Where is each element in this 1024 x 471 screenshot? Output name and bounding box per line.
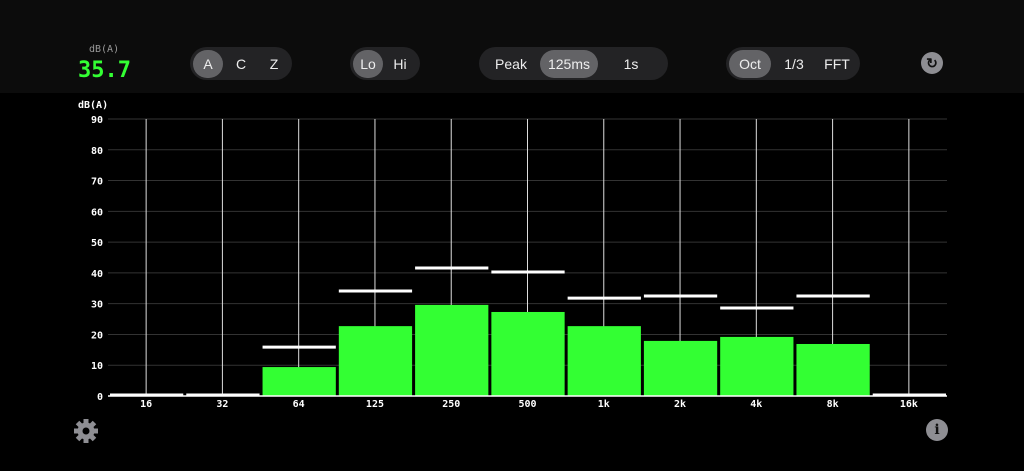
y-tick-label: 40 bbox=[91, 269, 103, 280]
bar-125 bbox=[338, 326, 413, 396]
y-tick-label: 70 bbox=[91, 177, 103, 188]
bar-8k bbox=[796, 343, 870, 396]
y-tick-label: 50 bbox=[91, 238, 103, 249]
bar-4k bbox=[720, 336, 794, 396]
x-tick-label: 32 bbox=[216, 399, 228, 410]
x-tick-label: 16k bbox=[900, 399, 918, 410]
y-tick-label: 30 bbox=[91, 300, 103, 311]
y-tick-label: 0 bbox=[97, 392, 103, 403]
x-tick-label: 250 bbox=[442, 399, 460, 410]
y-tick-label: 60 bbox=[91, 207, 103, 218]
x-tick-label: 500 bbox=[518, 399, 536, 410]
spectrum-chart: dB(A) 0 10 20 30 40 50 60 70 80 90 16 32 64 125 250 500 1… bbox=[78, 100, 947, 410]
x-tick-label: 1k bbox=[598, 399, 610, 410]
x-tick-label: 2k bbox=[674, 399, 686, 410]
y-tick-label: 10 bbox=[91, 361, 103, 372]
x-tick-label: 16 bbox=[140, 399, 152, 410]
bar-500 bbox=[491, 311, 565, 396]
x-tick-label: 8k bbox=[827, 399, 839, 410]
y-tick-label: 20 bbox=[91, 330, 103, 341]
bar-64 bbox=[262, 367, 336, 396]
y-tick-label: 90 bbox=[91, 115, 103, 126]
y-tick-label: 80 bbox=[91, 146, 103, 157]
bar-250 bbox=[415, 304, 489, 396]
bar-1k bbox=[567, 326, 641, 396]
x-tick-label: 4k bbox=[750, 399, 762, 410]
y-axis-label: dB(A) bbox=[78, 100, 108, 111]
x-tick-label: 64 bbox=[293, 399, 305, 410]
bar-2k bbox=[643, 340, 718, 396]
x-tick-label: 125 bbox=[366, 399, 384, 410]
